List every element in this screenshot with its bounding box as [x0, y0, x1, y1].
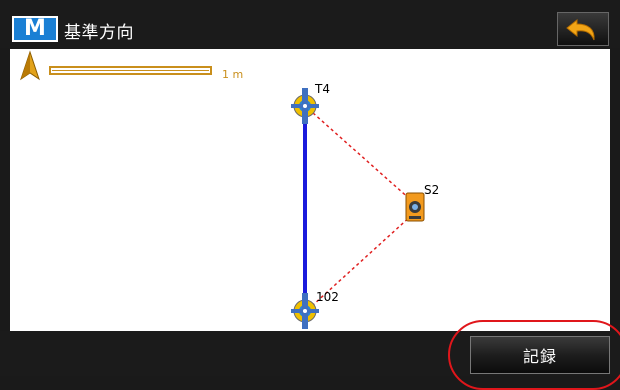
point-label-102: 102: [316, 290, 339, 304]
point-label-T4: T4: [315, 82, 330, 96]
back-button[interactable]: [557, 12, 609, 46]
scale-label: 1 m: [222, 68, 244, 81]
total-station-icon[interactable]: [405, 192, 425, 222]
map-canvas[interactable]: 1 m T4 S2 102 N: [10, 49, 610, 331]
record-button-label: 記録: [522, 347, 557, 366]
scale-bar: [49, 66, 212, 75]
undo-arrow-icon: [566, 18, 595, 41]
target-prism-icon[interactable]: [291, 293, 319, 329]
north-arrow-icon: [20, 50, 40, 81]
page-title: 基準方向: [64, 23, 134, 43]
point-label-S2: S2: [424, 183, 440, 197]
north-label: N: [27, 76, 34, 85]
sight-line-S2-T4: [312, 112, 413, 202]
logo-letter: M: [24, 16, 46, 41]
record-button[interactable]: 記録: [470, 336, 610, 374]
menu-logo-button[interactable]: M: [12, 16, 58, 42]
